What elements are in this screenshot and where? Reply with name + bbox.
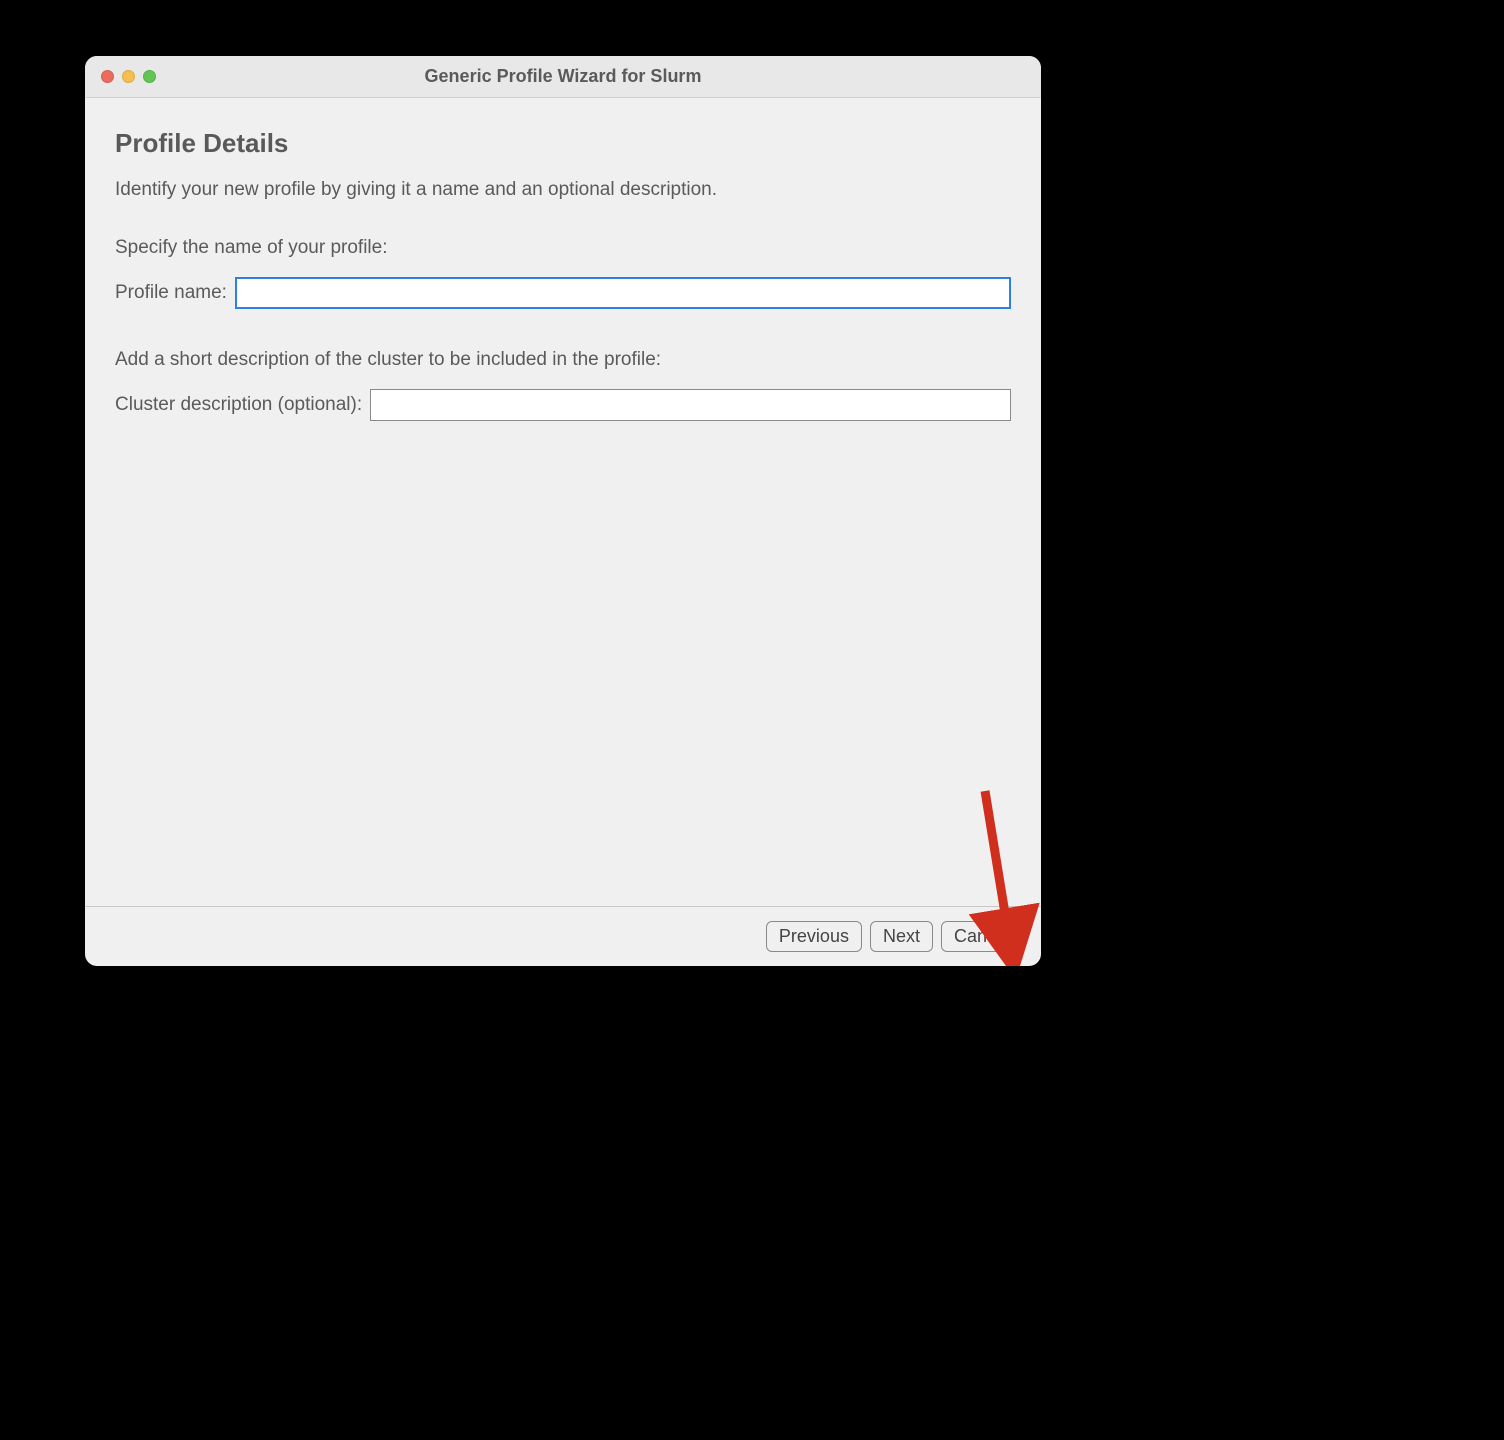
- cluster-desc-input[interactable]: [370, 389, 1011, 421]
- cluster-desc-section-label: Add a short description of the cluster t…: [115, 349, 1011, 371]
- content-area: Profile Details Identify your new profil…: [85, 98, 1041, 906]
- profile-name-section-label: Specify the name of your profile:: [115, 237, 1011, 259]
- footer: Previous Next Cancel: [85, 906, 1041, 966]
- profile-name-label: Profile name:: [115, 282, 227, 304]
- next-button[interactable]: Next: [870, 921, 933, 952]
- profile-name-input[interactable]: [235, 277, 1011, 309]
- window-title: Generic Profile Wizard for Slurm: [85, 66, 1041, 87]
- cluster-desc-row: Cluster description (optional):: [115, 389, 1011, 421]
- profile-name-row: Profile name:: [115, 277, 1011, 309]
- minimize-icon[interactable]: [122, 70, 135, 83]
- cluster-desc-label: Cluster description (optional):: [115, 394, 362, 416]
- traffic-lights: [85, 70, 156, 83]
- titlebar: Generic Profile Wizard for Slurm: [85, 56, 1041, 98]
- previous-button[interactable]: Previous: [766, 921, 862, 952]
- close-icon[interactable]: [101, 70, 114, 83]
- page-title: Profile Details: [115, 128, 1011, 159]
- page-intro: Identify your new profile by giving it a…: [115, 179, 1011, 201]
- cancel-button[interactable]: Cancel: [941, 921, 1023, 952]
- wizard-window: Generic Profile Wizard for Slurm Profile…: [85, 56, 1041, 966]
- fullscreen-icon[interactable]: [143, 70, 156, 83]
